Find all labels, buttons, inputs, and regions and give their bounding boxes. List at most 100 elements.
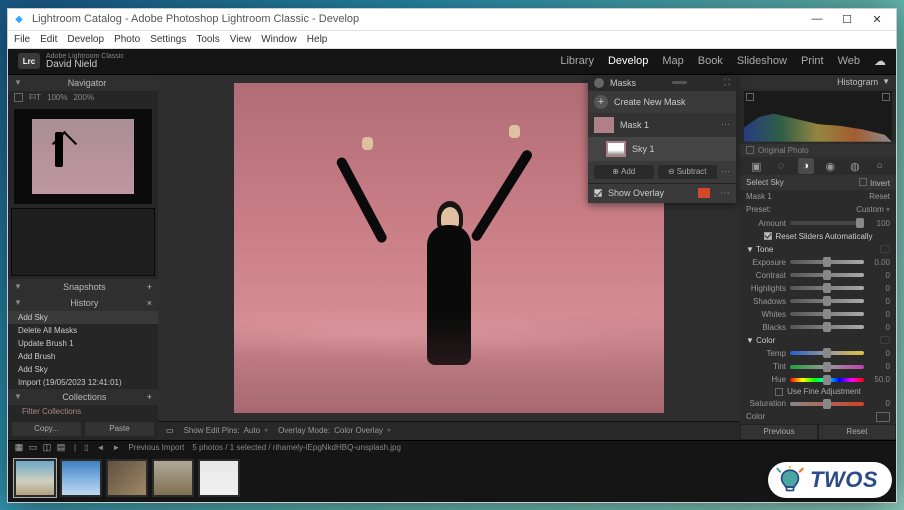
filmstrip-thumb[interactable]	[152, 459, 194, 497]
history-item[interactable]: Add Sky	[8, 311, 158, 324]
menu-window[interactable]: Window	[261, 34, 297, 45]
overlay-menu-icon[interactable]: ⋯	[720, 188, 730, 199]
menu-file[interactable]: File	[14, 34, 30, 45]
zoom-fit[interactable]: FIT	[29, 93, 41, 102]
menu-develop[interactable]: Develop	[67, 34, 104, 45]
mask-item[interactable]: Mask 1 ⋯	[588, 113, 736, 137]
compare-view-icon[interactable]: ◫	[42, 443, 52, 453]
menu-view[interactable]: View	[230, 34, 252, 45]
previous-button[interactable]: Previous	[740, 424, 818, 440]
soft-value[interactable]: Auto	[244, 426, 260, 435]
show-overlay-checkbox[interactable]	[594, 189, 602, 197]
amount-slider[interactable]: Amount 100	[740, 216, 896, 229]
plus-icon[interactable]: +	[594, 95, 608, 109]
loupe-view-icon[interactable]: ▭	[28, 443, 38, 453]
second-monitor-icon[interactable]: ▯	[84, 443, 88, 452]
minimize-button[interactable]: ―	[802, 9, 832, 29]
module-slideshow[interactable]: Slideshow	[737, 55, 787, 67]
color-picker-row[interactable]: Color	[740, 410, 896, 423]
mask-add-button[interactable]: ⊕Add	[594, 165, 654, 179]
go-forward-icon[interactable]: ►	[112, 443, 120, 452]
menu-photo[interactable]: Photo	[114, 34, 140, 45]
histogram-header[interactable]: Histogram ▼	[740, 75, 896, 90]
module-develop[interactable]: Develop	[608, 55, 648, 67]
filmstrip-thumb[interactable]	[106, 459, 148, 497]
history-item[interactable]: Import (19/05/2023 12:41:01)	[8, 376, 158, 389]
menu-tools[interactable]: Tools	[196, 34, 219, 45]
maximize-button[interactable]: ☐	[832, 9, 862, 29]
masking-icon[interactable]: ◑	[798, 158, 814, 174]
survey-view-icon[interactable]: ▤	[56, 443, 66, 453]
history-header[interactable]: ▼ History ×	[8, 295, 158, 311]
masks-panel[interactable]: Masks ⛶ + Create New Mask Mask 1 ⋯	[588, 75, 736, 203]
loupe-icon[interactable]: ▭	[166, 426, 174, 435]
blacks-slider[interactable]: Blacks0	[740, 321, 896, 334]
history-item[interactable]: Update Brush 1	[8, 337, 158, 350]
canvas-area[interactable]: Masks ⛶ + Create New Mask Mask 1 ⋯	[158, 75, 740, 421]
expand-icon[interactable]: ⛶	[724, 77, 730, 88]
masks-icon[interactable]	[594, 78, 604, 88]
grid-view-icon[interactable]: ▦	[14, 443, 24, 453]
source-label[interactable]: Previous Import	[128, 443, 184, 452]
clip-highlights-icon[interactable]	[882, 93, 890, 101]
module-web[interactable]: Web	[838, 55, 860, 67]
tone-toggle-icon[interactable]	[880, 245, 890, 253]
original-checkbox[interactable]	[746, 146, 754, 154]
highlights-slider[interactable]: Highlights0	[740, 282, 896, 295]
hue-slider[interactable]: Hue50.0	[740, 373, 896, 386]
filmstrip-thumb[interactable]	[198, 459, 240, 497]
overlay-color-swatch[interactable]	[698, 188, 710, 198]
filmstrip-thumb[interactable]	[60, 459, 102, 497]
history-item[interactable]: Delete All Masks	[8, 324, 158, 337]
go-back-icon[interactable]: ◄	[96, 443, 104, 452]
navigator-header[interactable]: ▼ Navigator	[8, 75, 158, 91]
paste-button[interactable]: Paste	[85, 422, 154, 436]
auto-reset-checkbox[interactable]	[764, 232, 772, 240]
drag-handle-icon[interactable]	[642, 81, 718, 84]
crop-icon[interactable]: ▣	[748, 158, 764, 174]
color-swatch[interactable]	[876, 412, 890, 422]
invert-checkbox[interactable]	[859, 178, 867, 186]
close-button[interactable]: ✕	[862, 9, 892, 29]
menu-edit[interactable]: Edit	[40, 34, 57, 45]
mask-component-item[interactable]: Sky 1	[588, 137, 736, 161]
exposure-slider[interactable]: Exposure0.00	[740, 256, 896, 269]
module-library[interactable]: Library	[560, 55, 594, 67]
user-name[interactable]: David Nield	[46, 60, 124, 70]
gradient-icon[interactable]: ◍	[847, 158, 863, 174]
reset-button[interactable]: Reset	[818, 424, 896, 440]
filmstrip[interactable]	[8, 455, 896, 502]
saturation-slider[interactable]: Saturation0	[740, 397, 896, 410]
tint-slider[interactable]: Tint0	[740, 360, 896, 373]
module-book[interactable]: Book	[698, 55, 723, 67]
clear-history-icon[interactable]: ×	[147, 298, 152, 308]
auto-reset-row[interactable]: Reset Sliders Automatically	[740, 230, 896, 243]
filter-collections[interactable]: Filter Collections	[8, 405, 158, 418]
snapshots-header[interactable]: ▼ Snapshots +	[8, 279, 158, 295]
zoom-100[interactable]: 100%	[47, 93, 67, 102]
shadows-slider[interactable]: Shadows0	[740, 295, 896, 308]
cloud-sync-icon[interactable]: ☁	[874, 54, 886, 68]
mask-menu-icon[interactable]: ⋯	[721, 119, 730, 130]
preset-value[interactable]: Custom	[856, 205, 884, 214]
whites-slider[interactable]: Whites0	[740, 308, 896, 321]
tone-header[interactable]: ▼ Tone	[740, 243, 896, 256]
redeye-icon[interactable]: ◉	[822, 158, 838, 174]
add-snapshot-icon[interactable]: +	[147, 282, 152, 292]
add-collection-icon[interactable]: +	[147, 392, 152, 402]
zoom-200[interactable]: 200%	[73, 93, 93, 102]
mask-more-icon[interactable]: ⋯	[721, 165, 730, 179]
create-mask-row[interactable]: + Create New Mask	[588, 91, 736, 113]
color-header[interactable]: ▼ Color	[740, 334, 896, 347]
module-map[interactable]: Map	[662, 55, 683, 67]
navigator-preview[interactable]	[14, 109, 152, 204]
use-fine-row[interactable]: Use Fine Adjustment	[740, 386, 896, 397]
mask-reset[interactable]: Reset	[869, 192, 890, 201]
use-fine-checkbox[interactable]	[775, 388, 783, 396]
clip-shadows-icon[interactable]	[746, 93, 754, 101]
contrast-slider[interactable]: Contrast0	[740, 269, 896, 282]
temp-slider[interactable]: Temp0	[740, 347, 896, 360]
history-item[interactable]: Add Sky	[8, 363, 158, 376]
mask-subtract-button[interactable]: ⊖Subtract	[658, 165, 718, 179]
history-item[interactable]: Add Brush	[8, 350, 158, 363]
